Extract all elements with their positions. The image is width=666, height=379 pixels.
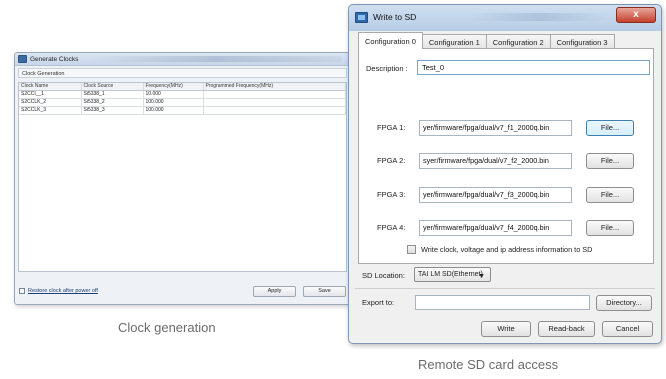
configuration-tabs: Configuration 0 Configuration 1 Configur… <box>358 32 654 49</box>
programmed-frequency-cell[interactable] <box>203 106 346 115</box>
write-to-sd-title: Write to SD <box>373 12 417 22</box>
clock-source-cell[interactable]: Si5338_3 <box>81 106 144 115</box>
table-row[interactable]: S2CCLK_3 Si5338_3 100.000 <box>19 106 346 115</box>
generate-clocks-footer: Restore clock after power off Apply Save <box>19 285 346 297</box>
column-header-clock-name[interactable]: Clock Name <box>19 83 82 91</box>
clock-name-cell[interactable]: S2CCI__1 <box>19 90 82 99</box>
write-to-sd-window: Write to SD x Configuration 0 Configurat… <box>348 4 662 344</box>
tab-configuration-1[interactable]: Configuration 1 <box>421 34 487 49</box>
titlebar-blur <box>89 56 342 62</box>
tab-configuration-3[interactable]: Configuration 3 <box>549 34 615 49</box>
fpga-3-label: FPGA 3: <box>377 190 406 199</box>
clock-source-cell[interactable]: Si5338_1 <box>81 90 144 99</box>
write-info-label[interactable]: Write clock, voltage and ip address info… <box>421 245 592 254</box>
cancel-button[interactable]: Cancel <box>602 321 653 337</box>
export-to-label: Export to: <box>362 298 395 307</box>
fpga-1-file-button[interactable]: File... <box>586 120 634 136</box>
write-info-option: Write clock, voltage and ip address info… <box>407 245 592 254</box>
fpga-2-file-button[interactable]: File... <box>586 153 634 169</box>
fpga-3-file-button[interactable]: File... <box>586 187 634 203</box>
fpga-1-label: FPGA 1: <box>377 123 406 132</box>
fpga-row-3: FPGA 3: yer/firmware/fpga/dual/v7_f3_200… <box>359 187 653 203</box>
caption-clock-generation: Clock generation <box>118 320 216 335</box>
description-label: Description : <box>366 64 408 73</box>
clock-table: Clock Name Clock Source Frequency(MHz) P… <box>18 82 347 272</box>
column-header-clock-source[interactable]: Clock Source <box>81 83 144 91</box>
sd-location-value: TAI LM SD(Ethernet) <box>418 271 483 278</box>
fpga-4-file-button[interactable]: File... <box>586 220 634 236</box>
configuration-panel: Description : Test_0 FPGA 1: yer/firmwar… <box>358 48 654 264</box>
app-icon <box>18 55 27 63</box>
export-to-input[interactable] <box>415 295 590 310</box>
column-header-frequency[interactable]: Frequency(MHz) <box>143 83 204 91</box>
write-info-checkbox[interactable] <box>407 245 416 254</box>
fpga-4-path-input[interactable]: yer/firmware/fpga/dual/v7_f4_2000q.bin <box>419 220 572 236</box>
divider <box>355 288 655 289</box>
save-button[interactable]: Save <box>303 285 346 297</box>
apply-button[interactable]: Apply <box>253 285 296 297</box>
sd-location-label: SD Location: <box>362 271 405 280</box>
app-icon <box>355 11 368 23</box>
read-back-button[interactable]: Read-back <box>538 321 595 337</box>
clock-source-cell[interactable]: Si5338_2 <box>81 98 144 107</box>
generate-clocks-window: Generate Clocks Clock Generation Clock N… <box>14 52 351 305</box>
generate-clocks-titlebar[interactable]: Generate Clocks <box>15 53 350 66</box>
tab-configuration-0[interactable]: Configuration 0 <box>358 32 423 49</box>
frequency-cell[interactable]: 100.000 <box>143 98 204 107</box>
tab-configuration-2[interactable]: Configuration 2 <box>485 34 551 49</box>
sd-location-select[interactable]: TAI LM SD(Ethernet) ▼ <box>414 267 491 282</box>
clock-generation-group-label: Clock Generation <box>18 68 347 78</box>
fpga-2-path-input[interactable]: syer/firmware/fpga/dual/v7_f2_2000.bin <box>419 153 572 169</box>
titlebar-blur <box>469 13 609 21</box>
fpga-1-path-input[interactable]: yer/firmware/fpga/dual/v7_f1_2000q.bin <box>419 120 572 136</box>
fpga-row-2: FPGA 2: syer/firmware/fpga/dual/v7_f2_20… <box>359 153 653 169</box>
frequency-cell[interactable]: 100.000 <box>143 106 204 115</box>
column-header-programmed-frequency[interactable]: Programmed Frequency(MHz) <box>203 83 346 91</box>
write-button[interactable]: Write <box>481 321 531 337</box>
fpga-4-label: FPGA 4: <box>377 223 406 232</box>
fpga-row-1: FPGA 1: yer/firmware/fpga/dual/v7_f1_200… <box>359 120 653 136</box>
fpga-3-path-input[interactable]: yer/firmware/fpga/dual/v7_f3_2000q.bin <box>419 187 572 203</box>
description-input[interactable]: Test_0 <box>417 60 650 75</box>
table-row[interactable]: S2CCI__1 Si5338_1 10.000 <box>19 90 346 99</box>
table-row[interactable]: S2CCLK_2 Si5338_2 100.000 <box>19 98 346 107</box>
clock-name-cell[interactable]: S2CCLK_2 <box>19 98 82 107</box>
fpga-2-label: FPGA 2: <box>377 156 406 165</box>
directory-button[interactable]: Directory... <box>596 295 652 311</box>
programmed-frequency-cell[interactable] <box>203 98 346 107</box>
programmed-frequency-cell[interactable] <box>203 90 346 99</box>
caption-remote-sd-card-access: Remote SD card access <box>418 357 559 372</box>
restore-clock-label[interactable]: Restore clock after power off <box>28 288 98 294</box>
close-icon[interactable]: x <box>616 7 656 23</box>
fpga-row-4: FPGA 4: yer/firmware/fpga/dual/v7_f4_200… <box>359 220 653 236</box>
clock-name-cell[interactable]: S2CCLK_3 <box>19 106 82 115</box>
frequency-cell[interactable]: 10.000 <box>143 90 204 99</box>
restore-clock-checkbox[interactable] <box>19 288 25 294</box>
generate-clocks-title: Generate Clocks <box>30 55 79 63</box>
chevron-down-icon: ▼ <box>478 273 485 280</box>
